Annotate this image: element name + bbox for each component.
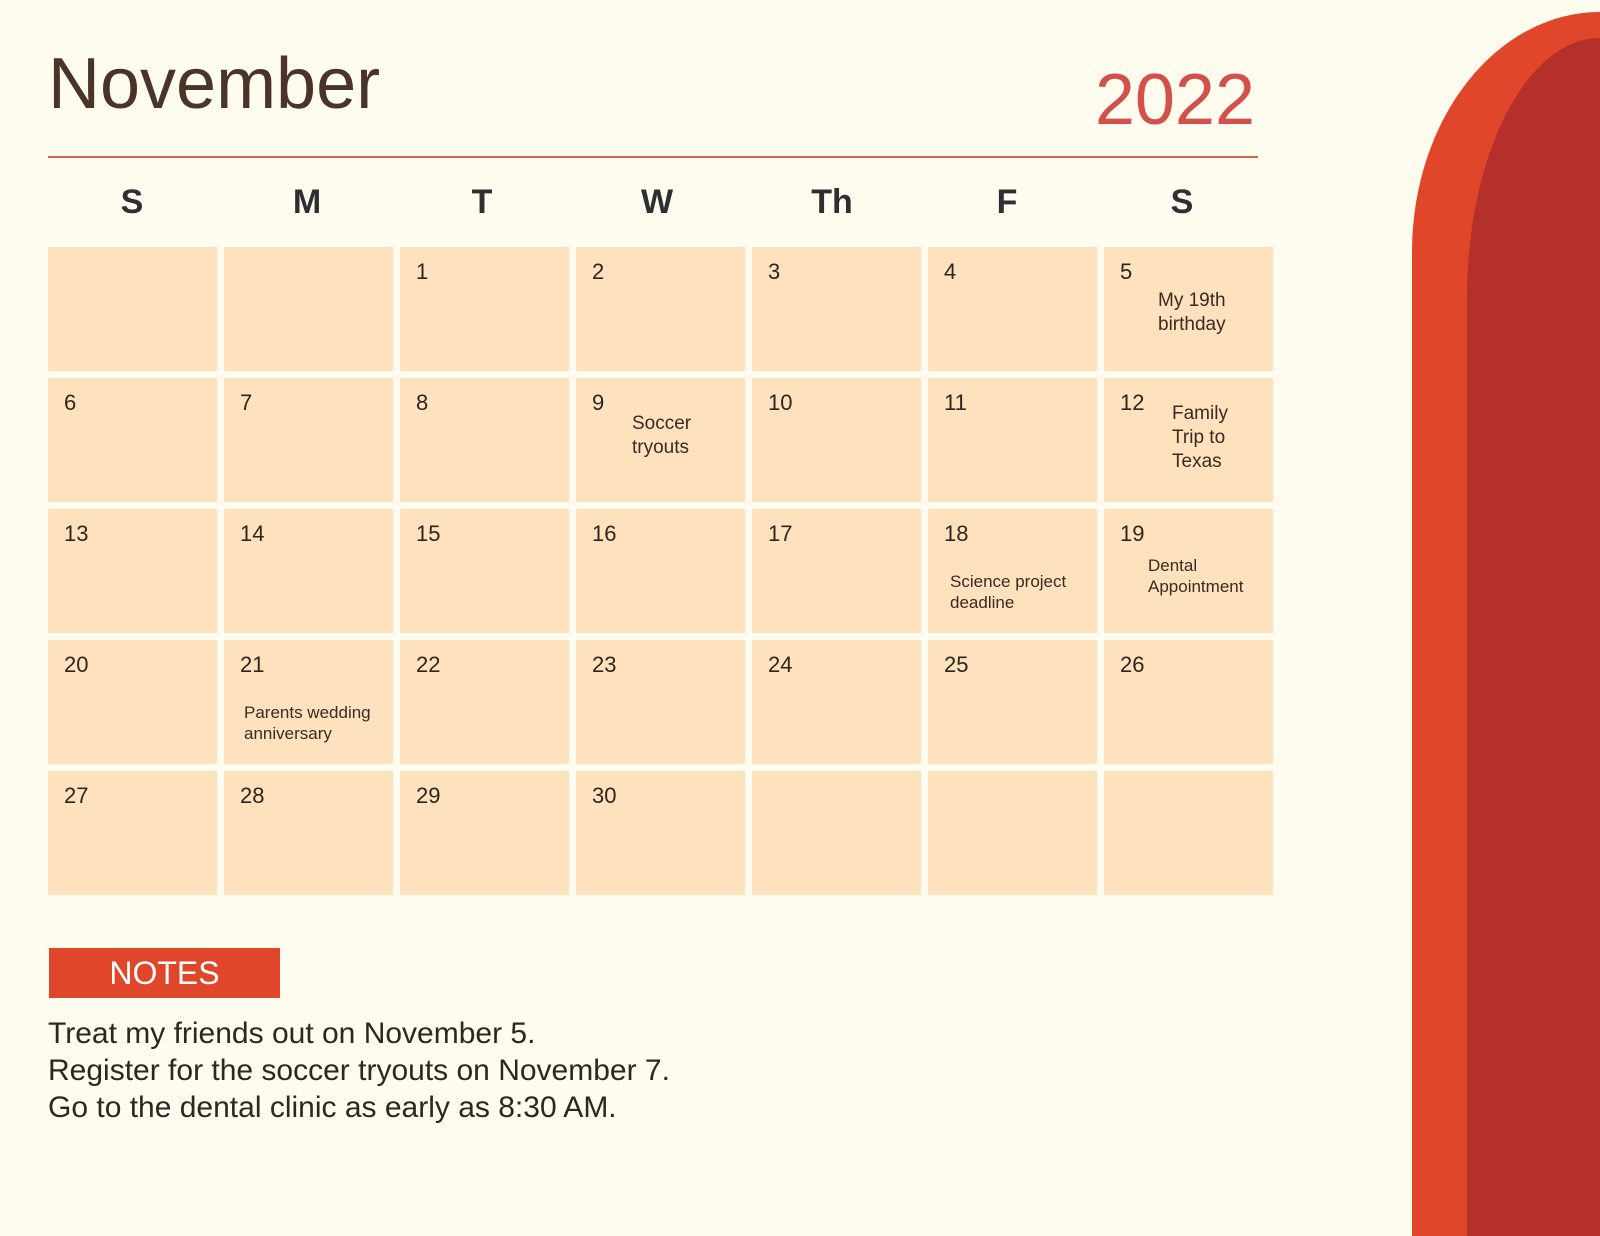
month-title: November bbox=[48, 44, 381, 124]
weekday-sunday: S bbox=[120, 183, 144, 221]
event-label: Science project deadline bbox=[950, 572, 1067, 612]
day-cell-20[interactable]: 20 bbox=[48, 640, 217, 764]
day-cell-16[interactable]: 16 bbox=[576, 509, 745, 633]
day-number: 10 bbox=[768, 390, 793, 415]
day-cell-14[interactable]: 14 bbox=[224, 509, 393, 633]
notes-list: Treat my friends out on November 5. Regi… bbox=[48, 1015, 670, 1126]
day-number: 14 bbox=[240, 521, 265, 546]
empty-day-cell[interactable] bbox=[224, 247, 393, 371]
day-number: 13 bbox=[64, 521, 89, 546]
day-number: 15 bbox=[416, 521, 441, 546]
weekday-wednesday: W bbox=[640, 183, 674, 221]
day-number: 28 bbox=[240, 783, 265, 808]
day-number: 26 bbox=[1120, 652, 1145, 677]
day-cell-4[interactable]: 4 bbox=[928, 247, 1097, 371]
header-divider bbox=[48, 156, 1258, 158]
day-cell-5[interactable]: 5 My 19th birthday bbox=[1104, 247, 1273, 371]
day-number: 7 bbox=[240, 390, 253, 415]
day-cell-15[interactable]: 15 bbox=[400, 509, 569, 633]
day-number: 22 bbox=[416, 652, 441, 677]
day-cell-18[interactable]: 18 Science project deadline bbox=[928, 509, 1097, 633]
day-number: 21 bbox=[240, 652, 265, 677]
empty-day-cell[interactable] bbox=[752, 771, 921, 895]
day-cell-7[interactable]: 7 bbox=[224, 378, 393, 502]
arch-outer bbox=[1412, 12, 1600, 1236]
day-cell-22[interactable]: 22 bbox=[400, 640, 569, 764]
day-number: 12 bbox=[1120, 390, 1145, 415]
empty-day-cell[interactable] bbox=[928, 771, 1097, 895]
day-number: 16 bbox=[592, 521, 617, 546]
event-label: My 19th birthday bbox=[1158, 290, 1226, 335]
day-number: 23 bbox=[592, 652, 617, 677]
day-cell-24[interactable]: 24 bbox=[752, 640, 921, 764]
day-number: 24 bbox=[768, 652, 793, 677]
event-label: Soccer tryouts bbox=[632, 413, 692, 458]
day-cell-29[interactable]: 29 bbox=[400, 771, 569, 895]
day-number: 30 bbox=[592, 783, 617, 808]
day-number: 18 bbox=[944, 521, 969, 546]
day-number: 4 bbox=[944, 259, 957, 284]
event-label: Family Trip to Texas bbox=[1172, 403, 1228, 472]
event-label: Parents wedding anniversary bbox=[244, 703, 371, 743]
day-cell-6[interactable]: 6 bbox=[48, 378, 217, 502]
day-cell-17[interactable]: 17 bbox=[752, 509, 921, 633]
day-number: 11 bbox=[944, 390, 967, 415]
day-cell-21[interactable]: 21 Parents wedding anniversary bbox=[224, 640, 393, 764]
day-cell-11[interactable]: 11 bbox=[928, 378, 1097, 502]
notes-label: NOTES bbox=[49, 948, 280, 998]
empty-day-cell[interactable] bbox=[48, 247, 217, 371]
day-cell-1[interactable]: 1 bbox=[400, 247, 569, 371]
day-number: 2 bbox=[592, 259, 605, 284]
day-number: 29 bbox=[416, 783, 441, 808]
note-line: Treat my friends out on November 5. bbox=[48, 1017, 536, 1050]
day-cell-23[interactable]: 23 bbox=[576, 640, 745, 764]
weekday-tuesday: T bbox=[471, 183, 493, 221]
day-number: 25 bbox=[944, 652, 969, 677]
day-cell-8[interactable]: 8 bbox=[400, 378, 569, 502]
weekday-friday: F bbox=[996, 183, 1018, 221]
day-cell-28[interactable]: 28 bbox=[224, 771, 393, 895]
note-line: Go to the dental clinic as early as 8:30… bbox=[48, 1091, 617, 1124]
day-number: 1 bbox=[416, 259, 429, 284]
weekday-saturday: S bbox=[1170, 183, 1194, 221]
day-cell-13[interactable]: 13 bbox=[48, 509, 217, 633]
calendar-grid: 1 2 3 4 5 My 19th birthday 6 7 8 9 Soccer tryouts 1… bbox=[48, 247, 1273, 895]
day-number: 20 bbox=[64, 652, 89, 677]
empty-day-cell[interactable] bbox=[1104, 771, 1273, 895]
day-number: 17 bbox=[768, 521, 793, 546]
day-cell-26[interactable]: 26 bbox=[1104, 640, 1273, 764]
note-line: Register for the soccer tryouts on Novem… bbox=[48, 1054, 670, 1087]
day-cell-27[interactable]: 27 bbox=[48, 771, 217, 895]
day-number: 3 bbox=[768, 259, 781, 284]
day-number: 27 bbox=[64, 783, 89, 808]
day-cell-30[interactable]: 30 bbox=[576, 771, 745, 895]
day-cell-10[interactable]: 10 bbox=[752, 378, 921, 502]
day-number: 5 bbox=[1120, 259, 1133, 284]
year-label: 2022 bbox=[1094, 60, 1255, 140]
day-cell-2[interactable]: 2 bbox=[576, 247, 745, 371]
day-cell-3[interactable]: 3 bbox=[752, 247, 921, 371]
day-cell-25[interactable]: 25 bbox=[928, 640, 1097, 764]
day-cell-19[interactable]: 19 Dental Appointment bbox=[1104, 509, 1273, 633]
weekday-thursday: Th bbox=[811, 183, 853, 221]
day-cell-12[interactable]: 12 Family Trip to Texas bbox=[1104, 378, 1273, 502]
day-number: 19 bbox=[1120, 521, 1145, 546]
day-number: 9 bbox=[592, 390, 605, 415]
weekday-monday: M bbox=[292, 183, 322, 221]
day-number: 6 bbox=[64, 390, 77, 415]
day-cell-9[interactable]: 9 Soccer tryouts bbox=[576, 378, 745, 502]
event-label: Dental Appointment bbox=[1148, 556, 1244, 596]
weekday-header: S M T W Th F S bbox=[48, 185, 1270, 219]
arch-inner bbox=[1466, 38, 1600, 1236]
day-number: 8 bbox=[416, 390, 429, 415]
